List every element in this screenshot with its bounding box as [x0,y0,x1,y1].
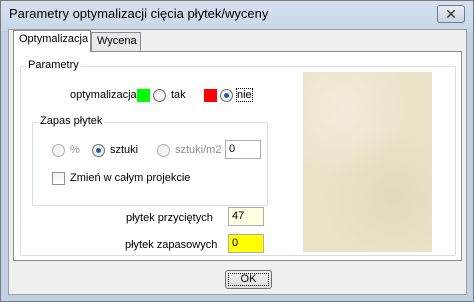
optimization-yes-label: tak [171,89,186,101]
optimization-yes-radio[interactable] [153,89,166,102]
tab-wycena-label: Wycena [97,35,137,47]
zapas-pieces-radio[interactable] [92,144,105,157]
title-bar[interactable]: Parametry optymalizacji cięcia płytek/wy… [1,1,473,29]
dialog-client-area: Optymalizacja Wycena Parametry optymaliz… [8,29,467,295]
ok-button[interactable]: OK [225,270,272,289]
zapas-group [32,122,268,206]
tab-wycena[interactable]: Wycena [91,32,141,51]
zapas-group-label: Zapas płytek [38,115,105,127]
tab-optymalizacja[interactable]: Optymalizacja [13,30,91,52]
optimization-no-radio[interactable] [220,89,233,102]
tab-optymalizacja-label: Optymalizacja [19,33,89,45]
dialog-window: Parametry optymalizacji cięcia płytek/wy… [0,0,474,302]
optimization-no-label: nie [236,88,253,102]
window-title: Parametry optymalizacji cięcia płytek/wy… [9,6,269,21]
cut-tiles-field: 47 [228,207,264,226]
zapas-percent-radio[interactable] [52,144,65,157]
ok-button-label: OK [240,273,257,285]
yes-color-swatch [137,89,150,102]
optimization-label: optymalizacja [70,89,137,101]
cut-tiles-label: płytek przyciętych [126,212,213,224]
close-button[interactable]: ✕ [437,5,465,23]
parametry-group-label: Parametry [26,59,81,71]
zapas-pieces-label: sztuki [110,144,139,156]
change-all-checkbox[interactable] [52,172,65,185]
zapas-per-m2-label: sztuki/m2 [175,144,222,156]
no-color-swatch [204,89,217,102]
tile-preview-image [303,72,432,252]
spare-tiles-label: płytek zapasowych [125,239,218,251]
spare-tiles-field: 0 [228,234,264,253]
change-all-label: Zmień w całym projekcie [70,172,191,184]
zapas-per-m2-radio[interactable] [157,144,170,157]
zapas-percent-label: % [70,144,80,156]
zapas-value-input[interactable]: 0 [225,140,261,159]
close-icon: ✕ [445,5,457,22]
